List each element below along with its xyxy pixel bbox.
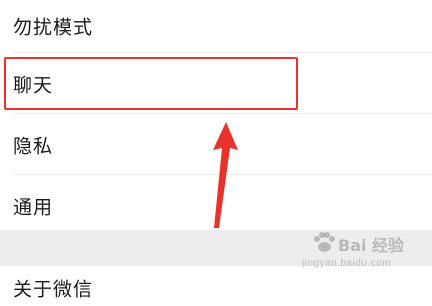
settings-item-do-not-disturb[interactable]: 勿扰模式 — [0, 0, 432, 55]
settings-item-label: 通用 — [13, 196, 54, 218]
paw-icon — [314, 232, 335, 252]
watermark-url: jingyan.baidu.com — [302, 258, 392, 269]
highlight-box — [4, 57, 298, 110]
settings-item-label: 隐私 — [13, 135, 54, 157]
divider — [13, 113, 432, 114]
settings-item-privacy[interactable]: 隐私 — [0, 115, 432, 174]
settings-item-label: 关于微信 — [13, 278, 94, 301]
settings-item-label: 勿扰模式 — [13, 16, 94, 38]
divider — [13, 174, 432, 175]
watermark: Bai 经验 jingyan.baidu.com — [302, 226, 410, 272]
settings-item-about-wechat[interactable]: 关于微信 — [0, 266, 432, 306]
watermark-brand: Bai 经验 — [338, 236, 405, 255]
divider — [13, 52, 432, 53]
